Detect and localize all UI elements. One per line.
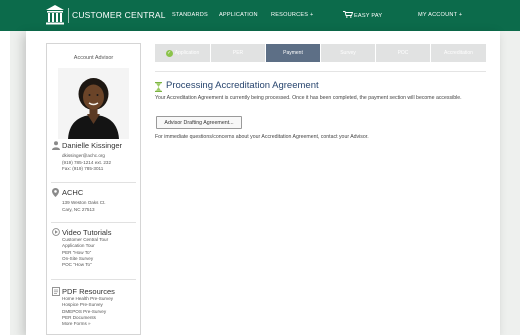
video-tutorials-heading: Video Tutorials [62,228,112,237]
person-icon [52,141,60,152]
cart-icon [343,11,354,18]
achc-logo-icon[interactable] [45,4,65,26]
top-nav-bar: CUSTOMER CENTRAL STANDARDS APPLICATION R… [0,0,520,31]
contact-note: For immediate questions/concerns about y… [155,134,369,140]
nav-easy-pay-label: EASY PAY [354,13,383,19]
office-street: 139 Weston Oaks Ct. [62,200,106,205]
pdf-document-icon [52,287,60,298]
content-divider [155,71,486,72]
advisor-fax: Fax: (919) 785-3011 [62,166,104,171]
location-pin-icon [52,188,59,199]
sidebar-divider [51,182,136,183]
sidebar-divider [51,222,136,223]
pdf-resources-heading: PDF Resources [62,287,115,296]
step-tab-application[interactable]: ✓ Application [155,44,210,62]
tutorial-link[interactable]: POC "How To" [62,262,92,268]
step-tab-per[interactable]: PER [211,44,265,62]
account-advisor-sidebar: Account Advisor Danielle Kissinger dkiss… [46,43,141,335]
advisor-email[interactable]: dkissinger@achc.org [62,153,105,159]
nav-resources[interactable]: RESOURCES + [271,12,313,18]
step-label: PER [232,50,244,56]
advisor-photo [58,68,129,139]
step-label: Survey [340,50,356,56]
brand-divider [68,8,69,23]
section-header: Processing Accreditation Agreement [155,80,485,94]
nav-my-account[interactable]: MY ACCOUNT + [418,12,462,18]
step-label: Application [174,50,200,56]
processing-message: Your Accreditation Agreement is currentl… [155,95,462,101]
step-tab-poc[interactable]: POC [376,44,430,62]
play-circle-icon [52,228,60,238]
step-tab-payment[interactable]: Payment [266,44,320,62]
more-forms-link[interactable]: More Forms » [62,321,91,327]
step-label: POC [397,50,409,56]
step-label: Payment [283,50,303,56]
office-name: ACHC [62,188,84,197]
step-label: Accreditation [444,50,473,56]
step-tab-survey[interactable]: Survey [321,44,375,62]
step-tab-accreditation[interactable]: Accreditation [431,44,486,62]
page-title: Processing Accreditation Agreement [166,80,319,91]
brand-title[interactable]: CUSTOMER CENTRAL [72,10,166,20]
sidebar-divider [51,279,136,280]
hourglass-icon [155,82,162,92]
check-circle-icon: ✓ [165,49,173,57]
nav-easy-pay[interactable]: EASY PAY [343,11,382,19]
office-city: Cary, NC 27513 [62,207,95,212]
advisor-drafting-agreement-button[interactable]: Advisor Drafting Agreement... [156,116,242,129]
advisor-phone: (919) 785-1214 ext. 232 [62,159,112,165]
sidebar-title: Account Advisor [73,55,114,61]
nav-application[interactable]: APPLICATION [219,12,258,18]
nav-standards[interactable]: STANDARDS [172,12,208,18]
advisor-name: Danielle Kissinger [62,141,123,150]
